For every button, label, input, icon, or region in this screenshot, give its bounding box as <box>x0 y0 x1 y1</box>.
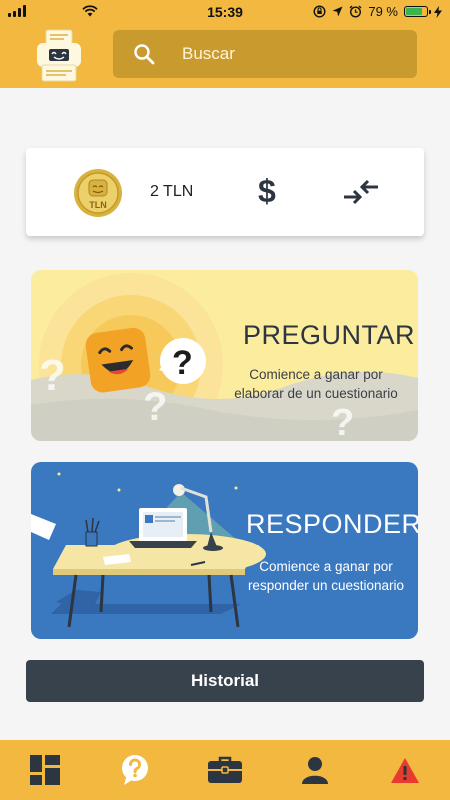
screen-lock-icon <box>313 5 326 18</box>
svg-text:?: ? <box>143 385 167 429</box>
battery-icon <box>404 6 431 17</box>
battery-percent: 79 % <box>368 4 398 19</box>
svg-text:?: ? <box>172 344 193 382</box>
warning-icon <box>391 757 419 783</box>
answer-illustration <box>31 472 266 628</box>
history-button[interactable]: Historial <box>26 660 424 702</box>
location-icon <box>332 6 343 17</box>
search-input[interactable]: Buscar <box>182 44 235 64</box>
search-icon <box>134 44 155 65</box>
printer-logo-icon[interactable] <box>34 27 84 85</box>
answer-card[interactable]: RESPONDER Comience a ganar por responder… <box>31 462 418 639</box>
charging-icon <box>434 5 442 18</box>
nav-alerts[interactable] <box>360 740 450 800</box>
ask-illustration: ? ? ? ? <box>31 273 418 441</box>
status-bar: 15:39 79 % <box>0 0 450 24</box>
ask-title: PREGUNTAR <box>243 320 416 350</box>
nav-questions[interactable] <box>90 740 180 800</box>
answer-subtitle: Comience a ganar por responder un cuesti… <box>247 559 405 593</box>
exchange-icon[interactable] <box>344 178 378 206</box>
dollar-icon[interactable]: $ <box>258 173 276 210</box>
dashboard-icon <box>30 755 60 785</box>
user-icon <box>302 757 328 784</box>
nav-dashboard[interactable] <box>0 740 90 800</box>
app-header: Buscar <box>0 24 450 88</box>
nav-briefcase[interactable] <box>180 740 270 800</box>
answer-title: RESPONDER <box>246 509 418 539</box>
briefcase-icon <box>208 756 242 783</box>
nav-profile[interactable] <box>270 740 360 800</box>
ask-card[interactable]: ? ? ? ? PREGUNTAR Comience a ganar por e… <box>31 270 418 441</box>
svg-text:?: ? <box>39 351 66 400</box>
svg-text:?: ? <box>331 402 354 441</box>
coin-label: TLN <box>89 200 107 210</box>
coin-icon: TLN <box>74 169 122 217</box>
search-bar[interactable]: Buscar <box>113 30 417 78</box>
wallet-card: TLN 2 TLN $ <box>26 148 424 236</box>
coin-balance: 2 TLN <box>150 183 194 200</box>
alarm-icon <box>349 5 362 18</box>
bottom-navigation <box>0 740 450 800</box>
question-icon <box>122 755 148 785</box>
ask-subtitle: Comience a ganar por elaborar de un cues… <box>234 367 398 401</box>
